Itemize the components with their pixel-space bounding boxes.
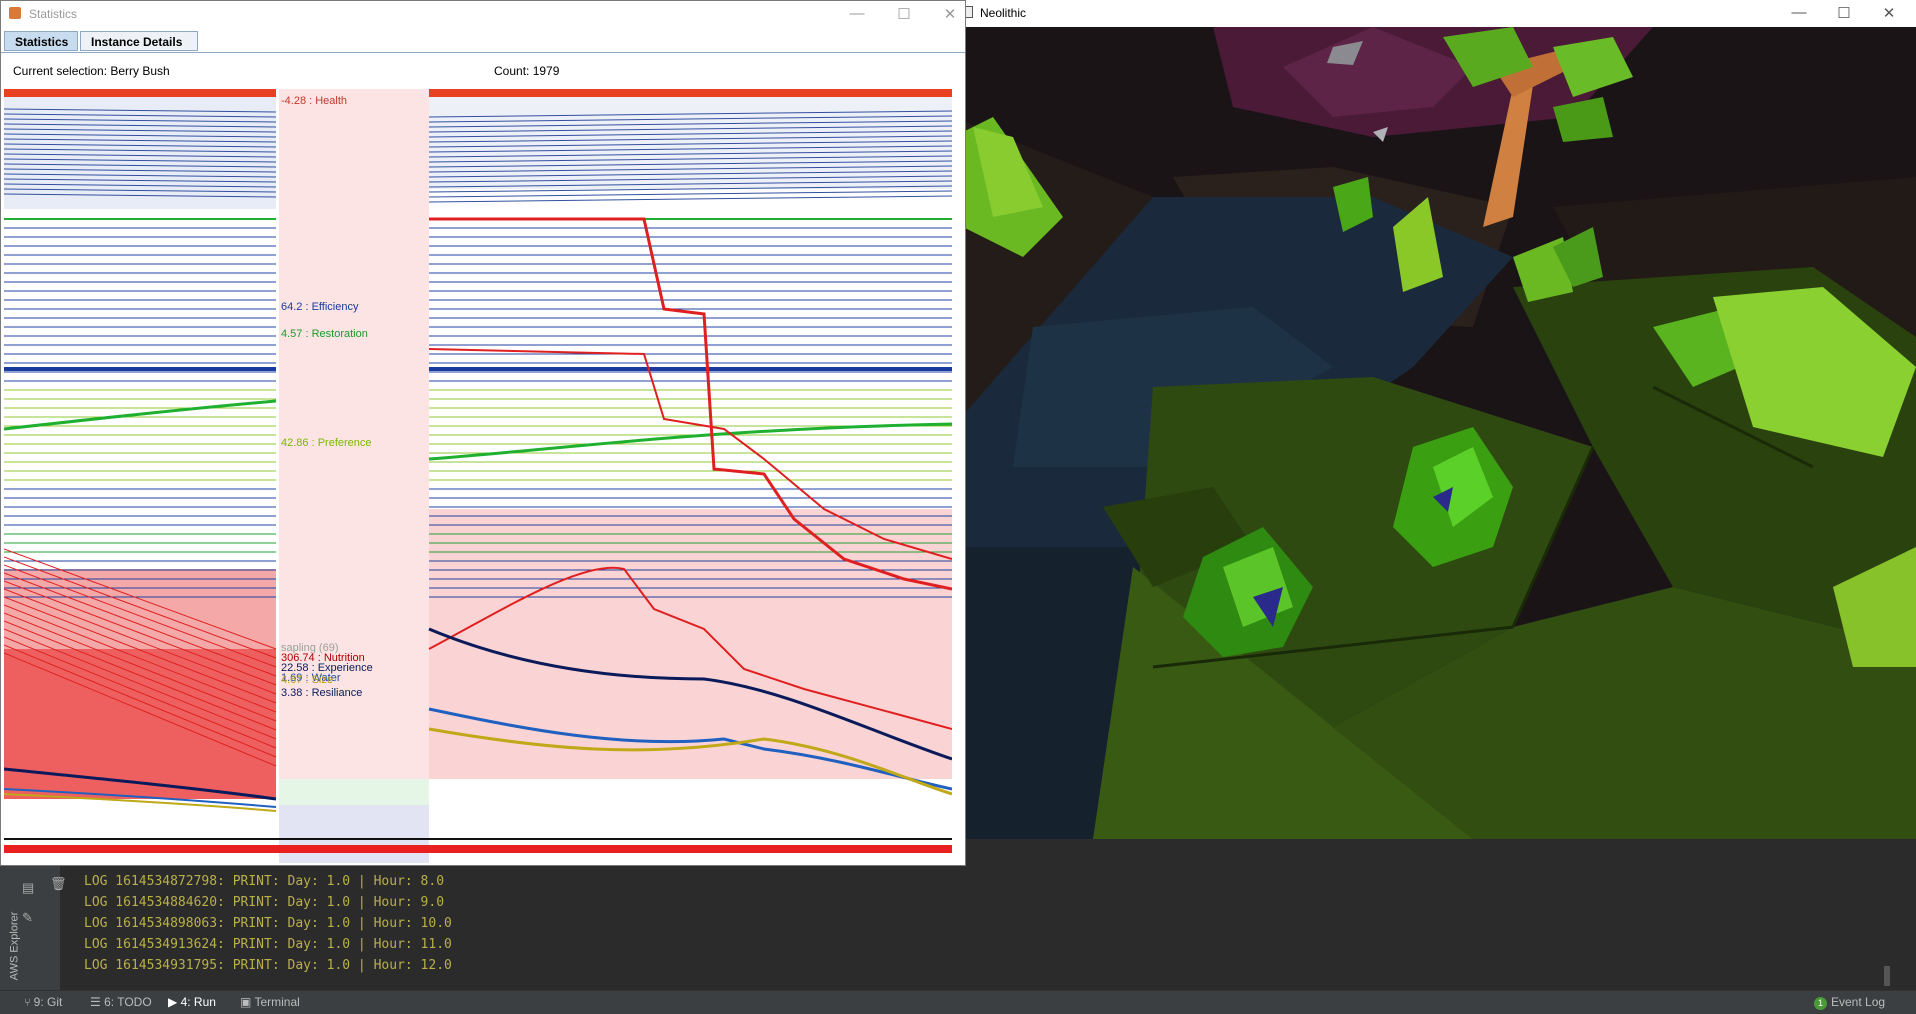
ide-status-bar: ⑂ 9: Git ☰ 6: TODO ▶ 4: Run ▣ Terminal 1… (0, 990, 1916, 1014)
pin-icon[interactable]: ✎ (22, 910, 33, 926)
git-branch-icon: ⑂ (24, 997, 34, 1009)
layout-icon[interactable]: ▤ (22, 880, 34, 896)
console-line: LOG 1614534931795: PRINT: Day: 1.0 | Hou… (84, 958, 452, 973)
close-button[interactable]: ✕ (1874, 4, 1904, 22)
series-label: 4.57 : Restoration (281, 328, 368, 340)
trash-icon[interactable]: 🗑 (50, 876, 67, 892)
tab-statistics[interactable]: Statistics (4, 31, 78, 51)
run-console: LOG 1614534872798: PRINT: Day: 1.0 | Hou… (70, 866, 1890, 990)
console-scrollbar[interactable] (1884, 966, 1890, 986)
terminal-tool-button[interactable]: ▣ Terminal (240, 995, 300, 1009)
console-line: LOG 1614534872798: PRINT: Day: 1.0 | Hou… (84, 874, 445, 889)
terminal-icon: ▣ (240, 995, 255, 1009)
minimize-button[interactable]: — (842, 5, 872, 22)
maximize-button[interactable]: ☐ (889, 5, 919, 23)
series-label: 3.38 : Resiliance (281, 687, 362, 699)
tab-instance-details[interactable]: Instance Details (80, 31, 198, 51)
aws-explorer-tab[interactable]: AWS Explorer (8, 912, 20, 981)
todo-tool-button[interactable]: ☰ 6: TODO (90, 995, 152, 1009)
current-selection-label: Current selection: Berry Bush (13, 64, 170, 78)
console-line: LOG 1614534898063: PRINT: Day: 1.0 | Hou… (84, 916, 452, 931)
tab-divider (1, 52, 965, 53)
console-line: LOG 1614534884620: PRINT: Day: 1.0 | Hou… (84, 895, 445, 910)
maximize-button[interactable]: ☐ (1829, 4, 1859, 22)
close-button[interactable]: ✕ (935, 5, 965, 23)
plot-canvas: -4.28 : Health 64.2 : Efficiency 4.57 : Re… (4, 89, 952, 863)
series-label: -4.28 : Health (281, 95, 347, 107)
statistics-window: Statistics — ☐ ✕ Statistics Instance Det… (0, 0, 966, 866)
neolithic-window: Neolithic — ☐ ✕ (953, 0, 1916, 839)
series-label: 4.67 : Size (281, 674, 333, 686)
event-count-badge: 1 (1814, 997, 1827, 1010)
game-scene (953, 27, 1916, 839)
window-title: Neolithic (980, 6, 1027, 20)
statistics-plot[interactable]: -4.28 : Health 64.2 : Efficiency 4.57 : Re… (4, 89, 952, 863)
count-label: Count: 1979 (494, 64, 560, 78)
game-viewport[interactable] (953, 27, 1916, 839)
titlebar[interactable]: Statistics — ☐ ✕ (1, 1, 965, 28)
java-icon (9, 7, 21, 19)
play-icon: ▶ (168, 995, 181, 1009)
series-label: 64.2 : Efficiency (281, 301, 359, 313)
console-line: LOG 1614534913624: PRINT: Day: 1.0 | Hou… (84, 937, 452, 952)
list-icon: ☰ (90, 995, 105, 1009)
run-tool-button[interactable]: ▶ 4: Run (168, 995, 216, 1009)
series-label: 42.86 : Preference (281, 437, 372, 449)
minimize-button[interactable]: — (1784, 4, 1814, 21)
git-tool-button[interactable]: ⑂ 9: Git (24, 995, 62, 1009)
window-title: Statistics (29, 7, 78, 21)
event-log-button[interactable]: 1 Event Log (1814, 995, 1885, 1010)
